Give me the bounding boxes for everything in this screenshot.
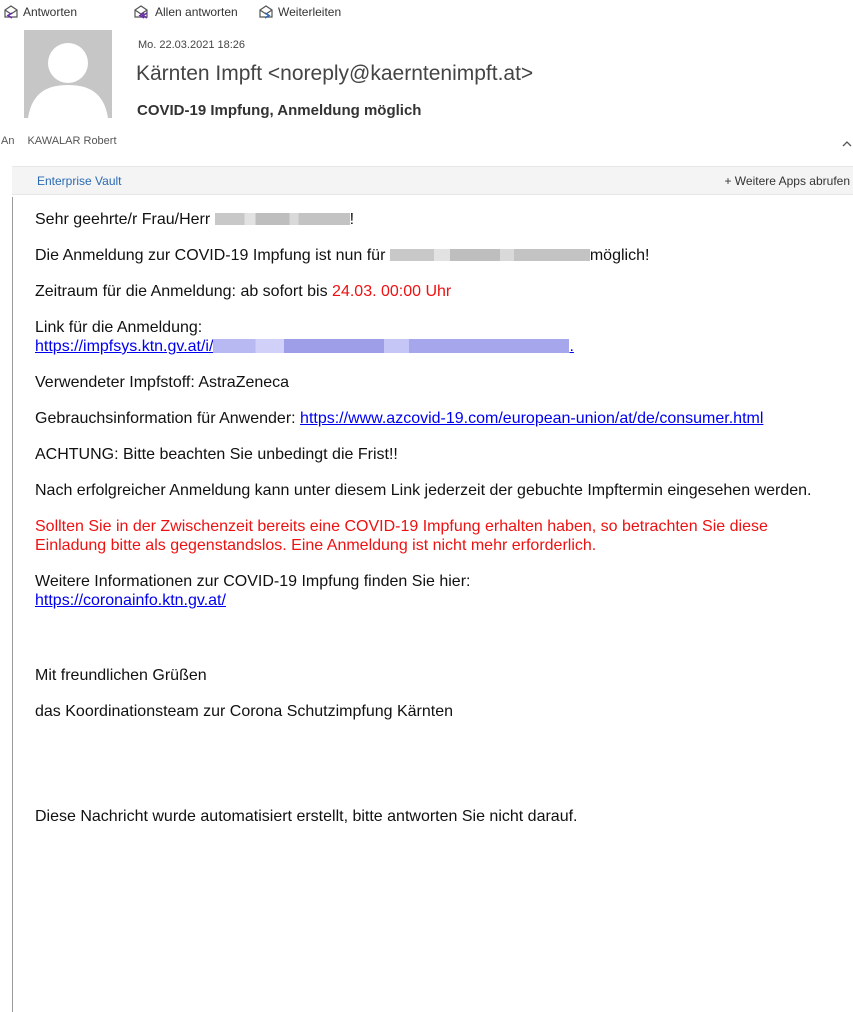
reply-all-icon: [134, 5, 148, 19]
reply-label: Antworten: [23, 4, 78, 19]
registration-text: Die Anmeldung zur COVID-19 Impfung ist n…: [35, 247, 386, 264]
redacted-name: [214, 213, 350, 225]
registration-link[interactable]: https://impfsys.ktn.gv.at/i/.: [35, 338, 574, 355]
usage-info-line: Gebrauchsinformation für Anwender: https…: [35, 409, 835, 428]
more-info-block: Weitere Informationen zur COVID-19 Impfu…: [35, 572, 835, 610]
period-line: Zeitraum für die Anmeldung: ab sofort bi…: [35, 282, 835, 301]
avatar-placeholder-icon: [28, 43, 108, 118]
period-deadline: 24.03. 00:00 Uhr: [332, 283, 452, 300]
greeting-text: Sehr geehrte/r Frau/Herr: [35, 211, 211, 228]
forward-button[interactable]: Weiterleiten: [258, 4, 341, 19]
warning-line: ACHTUNG: Bitte beachten Sie unbedingt di…: [35, 446, 398, 463]
red-notice: Sollten Sie in der Zwischenzeit bereits …: [35, 518, 768, 554]
apps-bar: Enterprise Vault + Weitere Apps abrufen: [12, 166, 853, 195]
usage-info-label: Gebrauchsinformation für Anwender:: [35, 410, 296, 427]
message-date: Mo. 22.03.2021 18:26: [138, 39, 246, 51]
reply-all-label: Allen antworten: [155, 4, 238, 19]
registration-end-text: möglich!: [589, 247, 650, 264]
registration-line: Die Anmeldung zur COVID-19 Impfung ist n…: [35, 246, 835, 265]
chevron-up-icon[interactable]: [842, 136, 852, 150]
more-info-label: Weitere Informationen zur COVID-19 Impfu…: [35, 573, 471, 590]
message-toolbar: Antworten Allen antworten Weiterleiten: [0, 0, 853, 26]
enterprise-vault-link[interactable]: Enterprise Vault: [37, 174, 122, 188]
recipient-name[interactable]: KAWALAR Robert: [27, 135, 116, 147]
usage-info-link[interactable]: https://www.azcovid-19.com/european-unio…: [300, 410, 763, 427]
vaccine-line: Verwendeter Impfstoff: AstraZeneca: [35, 374, 290, 391]
corona-info-link[interactable]: https://coronainfo.ktn.gv.at/: [35, 592, 226, 609]
registration-link-end: .: [569, 338, 574, 355]
more-apps-button[interactable]: + Weitere Apps abrufen: [724, 174, 850, 188]
reply-button[interactable]: Antworten: [3, 4, 77, 19]
greeting-exclamation: !: [349, 211, 355, 228]
registration-link-text: https://impfsys.ktn.gv.at/i/: [35, 338, 214, 355]
message-subject: COVID-19 Impfung, Anmeldung möglich: [137, 102, 422, 119]
redacted-link-token: [213, 339, 570, 353]
sender-avatar: [24, 30, 112, 118]
forward-icon: [259, 5, 273, 19]
reply-all-button[interactable]: Allen antworten: [133, 4, 238, 19]
redacted-group: [389, 249, 590, 261]
signature-line: das Koordinationsteam zur Corona Schutzi…: [35, 703, 454, 720]
recipient-row: An KAWALAR Robert: [1, 135, 117, 147]
registration-link-block: Link für die Anmeldung: https://impfsys.…: [35, 318, 835, 356]
link-label: Link für die Anmeldung:: [35, 319, 203, 336]
message-sender[interactable]: Kärnten Impft <noreply@kaerntenimpft.at>: [136, 62, 533, 86]
period-label: Zeitraum für die Anmeldung: ab sofort bi…: [35, 283, 328, 300]
auto-notice: Diese Nachricht wurde automatisiert erst…: [35, 808, 578, 825]
reply-icon: [4, 5, 18, 19]
to-label: An: [1, 135, 15, 147]
message-body: Sehr geehrte/r Frau/Herr ! Die Anmeldung…: [35, 210, 835, 843]
forward-label: Weiterleiten: [278, 4, 342, 19]
after-registration-line: Nach erfolgreicher Anmeldung kann unter …: [35, 482, 812, 499]
greeting: Sehr geehrte/r Frau/Herr !: [35, 210, 835, 229]
closing-line: Mit freundlichen Grüßen: [35, 667, 207, 684]
